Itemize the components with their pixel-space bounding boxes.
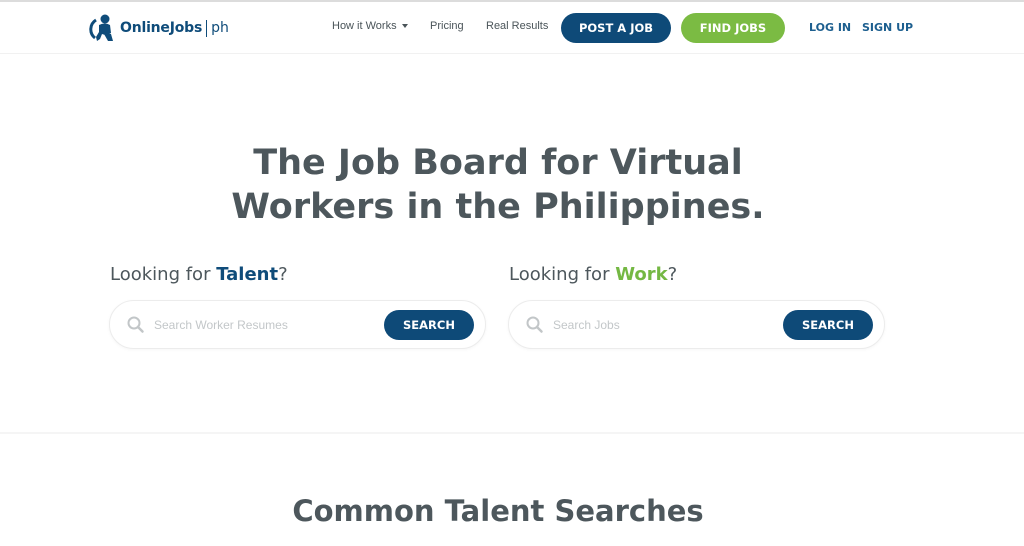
common-talent-searches-heading: Common Talent Searches — [292, 494, 704, 528]
main-nav: How it Works Pricing Real Results POST A… — [0, 2, 1024, 54]
work-heading-prefix: Looking for — [509, 264, 616, 285]
work-highlight: Work — [615, 264, 668, 285]
work-search-button[interactable]: SEARCH — [783, 310, 873, 340]
talent-highlight: Talent — [216, 264, 279, 285]
hero-title: The Job Board for Virtual Workers in the… — [0, 141, 996, 229]
work-heading-suffix: ? — [667, 264, 678, 285]
talent-search-button[interactable]: SEARCH — [384, 310, 474, 340]
find-jobs-button[interactable]: FIND JOBS — [681, 13, 785, 43]
search-icon — [526, 316, 543, 333]
caret-down-icon — [401, 24, 408, 29]
work-search-input[interactable] — [553, 315, 773, 335]
work-search-box: SEARCH — [508, 300, 885, 349]
talent-search-heading: Looking for Talent? — [110, 264, 288, 285]
search-icon — [127, 316, 144, 333]
nav-how-it-works-label: How it Works — [332, 20, 397, 32]
login-link[interactable]: LOG IN — [809, 21, 851, 34]
hero-title-line1: The Job Board for Virtual — [253, 143, 743, 183]
site-header: OnlineJobs ph How it Works Pricing Real … — [0, 2, 1024, 54]
work-search-heading: Looking for Work? — [509, 264, 677, 285]
signup-link[interactable]: SIGN UP — [862, 21, 913, 34]
section-divider — [0, 432, 1024, 434]
talent-heading-suffix: ? — [278, 264, 288, 285]
hero-title-line2: Workers in the Philippines. — [231, 187, 765, 227]
talent-search-box: SEARCH — [109, 300, 486, 349]
talent-search-input[interactable] — [154, 315, 374, 335]
nav-real-results[interactable]: Real Results — [486, 20, 548, 32]
nav-how-it-works[interactable]: How it Works — [332, 20, 408, 32]
talent-heading-prefix: Looking for — [110, 264, 217, 285]
post-a-job-button[interactable]: POST A JOB — [561, 13, 671, 43]
nav-pricing[interactable]: Pricing — [430, 20, 464, 32]
